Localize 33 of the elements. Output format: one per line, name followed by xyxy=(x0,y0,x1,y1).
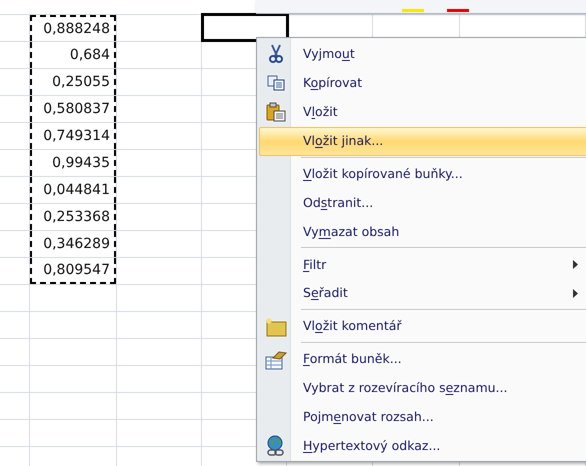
table-cell: 0,888248 xyxy=(30,15,116,41)
table-cell: 0,684 xyxy=(30,42,116,68)
menu-item[interactable]: Seřadit xyxy=(259,279,586,308)
menu-item[interactable]: Pojmenovat rozsah... xyxy=(259,403,586,432)
submenu-arrow-icon xyxy=(573,260,578,270)
menu-item[interactable]: Kopírovat xyxy=(259,68,586,98)
table-cell: 0,749314 xyxy=(30,123,116,149)
table-cell: 0,346289 xyxy=(30,231,116,257)
font-color-icon[interactable] xyxy=(402,9,424,12)
table-cell: 0,99435 xyxy=(30,150,116,176)
menu-item[interactable]: Vyjmout xyxy=(259,40,586,69)
table-cell: 0,044841 xyxy=(30,177,116,203)
scissors-icon xyxy=(269,44,283,64)
menu-item[interactable]: Formát buněk... xyxy=(259,345,586,374)
table-cell: 0,253368 xyxy=(30,204,116,230)
menu-item[interactable]: Odstranit... xyxy=(259,188,586,218)
clipboard-icon xyxy=(266,102,286,122)
table-cell: 0,809547 xyxy=(30,258,116,284)
menu-item[interactable]: Vložit xyxy=(259,98,586,127)
menu-item[interactable]: Vložit kopírované buňky... xyxy=(259,160,586,189)
menu-item[interactable]: Vložit jinak... xyxy=(259,126,586,156)
table-cell: 0,25055 xyxy=(30,69,116,95)
menu-item[interactable]: Filtr xyxy=(259,250,586,280)
fill-color-icon[interactable] xyxy=(447,9,469,12)
menu-item[interactable]: Hypertextový odkaz... xyxy=(259,432,586,461)
table-cell: 0,580837 xyxy=(30,96,116,122)
menu-item[interactable]: Vybrat z rozevíracího seznamu... xyxy=(259,374,586,404)
note-icon xyxy=(265,316,287,337)
menu-item[interactable]: Vložit komentář xyxy=(259,312,586,342)
copy-icon xyxy=(267,75,285,92)
menu-item[interactable]: Vymazat obsah xyxy=(259,218,586,246)
format-cells-icon xyxy=(265,350,287,370)
submenu-arrow-icon xyxy=(573,289,578,298)
